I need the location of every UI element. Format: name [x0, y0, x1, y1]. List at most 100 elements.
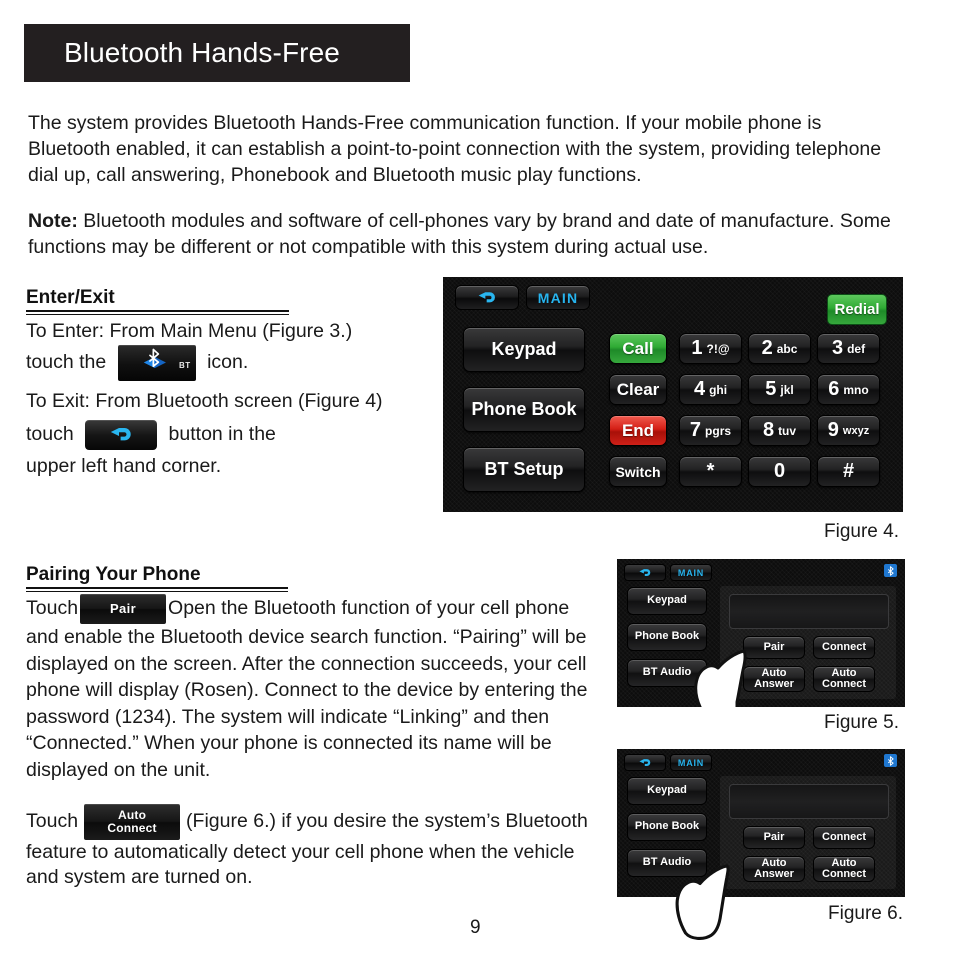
enter-icon-suffix: icon.	[207, 351, 249, 374]
figure5-main-button[interactable]: MAIN	[670, 564, 712, 581]
key-letters: jkl	[780, 382, 794, 397]
figure6-auto-answer-button[interactable]: Auto Answer	[743, 856, 805, 882]
figure5-phonebook-button[interactable]: Phone Book	[627, 623, 707, 651]
key-letters: ?!@	[706, 341, 730, 356]
figure6-keypad-button[interactable]: Keypad	[627, 777, 707, 805]
key-letters: mno	[843, 382, 869, 397]
figure5-keypad-button[interactable]: Keypad	[627, 587, 707, 615]
figure4-main-label: MAIN	[537, 289, 579, 306]
figure4-key-3[interactable]: 3 def	[817, 333, 880, 364]
figure4-clear-button[interactable]: Clear	[609, 374, 667, 405]
figure4-key-6[interactable]: 6 mno	[817, 374, 880, 405]
exit-line-3: upper left hand corner.	[26, 455, 222, 477]
enter-line-1: To Enter: From Main Menu (Figure 3.)	[26, 320, 353, 342]
figure4-key-2[interactable]: 2 abc	[748, 333, 811, 364]
figure5-auto-answer-button[interactable]: Auto Answer	[743, 666, 805, 692]
figure5-device-screen: MAIN Keypad Phone Book BT Audio Pair Con…	[617, 559, 905, 707]
key-number: 5	[765, 378, 777, 400]
figure6-connect-button[interactable]: Connect	[813, 826, 875, 849]
figure6-main-label: MAIN	[677, 757, 705, 768]
bluetooth-icon	[143, 348, 166, 368]
figure4-keypad-button[interactable]: Keypad	[463, 327, 585, 372]
figure6-side-label: BT Audio	[642, 856, 692, 869]
figure4-action-label: End	[621, 420, 655, 440]
figure4-switch-button[interactable]: Switch	[609, 456, 667, 487]
figure4-key-7[interactable]: 7 pgrs	[679, 415, 742, 446]
figure5-btaudio-button[interactable]: BT Audio	[627, 659, 707, 687]
figure5-pair-button[interactable]: Pair	[743, 636, 805, 659]
figure4-caption: Figure 4.	[824, 521, 899, 542]
key-letters: ghi	[709, 382, 728, 397]
pairing-body-text: Open the Bluetooth function of your cell…	[26, 597, 588, 781]
figure6-status-display	[729, 784, 889, 819]
figure4-btsetup-button[interactable]: BT Setup	[463, 447, 585, 492]
figure6-side-label: Keypad	[647, 784, 687, 797]
figure6-btaudio-button[interactable]: BT Audio	[627, 849, 707, 877]
figure4-redial-button[interactable]: Redial	[827, 294, 887, 325]
exit-line-1: To Exit: From Bluetooth screen (Figure 4…	[26, 390, 383, 412]
back-arrow-icon	[639, 758, 651, 766]
figure6-side-label: Phone Book	[634, 820, 700, 833]
key-letters: def	[847, 341, 866, 356]
exit-instructions: To Exit: From Bluetooth screen (Figure 4…	[26, 388, 436, 480]
auto-connect-button-inline[interactable]: Auto Connect	[84, 804, 181, 840]
heading-pairing: Pairing Your Phone	[26, 564, 288, 592]
figure4-key-8[interactable]: 8 tuv	[748, 415, 811, 446]
figure5-auto-connect-line2: Connect	[822, 678, 866, 690]
page-number: 9	[470, 917, 481, 938]
figure6-auto-connect-button[interactable]: Auto Connect	[813, 856, 875, 882]
figure4-key-1[interactable]: 1 ?!@	[679, 333, 742, 364]
key-number: 6	[828, 378, 840, 400]
figure5-pair-label: Pair	[763, 640, 785, 653]
pair-button-inline[interactable]: Pair	[80, 594, 167, 624]
figure4-main-button[interactable]: MAIN	[526, 285, 590, 310]
figure4-key-0[interactable]: 0	[748, 456, 811, 487]
key-number: 8	[762, 419, 775, 441]
figure6-auto-connect-line2: Connect	[822, 868, 866, 880]
figure4-key-hash[interactable]: #	[817, 456, 880, 487]
heading-enter-exit: Enter/Exit	[26, 287, 289, 315]
figure4-key-9[interactable]: 9 wxyz	[817, 415, 880, 446]
auto-connect-inline-line2: Connect	[107, 821, 157, 835]
figure6-caption: Figure 6.	[828, 903, 903, 924]
figure4-action-label: Switch	[615, 463, 661, 480]
key-letters: abc	[776, 341, 798, 356]
key-number: 4	[693, 378, 706, 400]
exit-touch-label: touch	[26, 423, 74, 445]
figure6-phonebook-button[interactable]: Phone Book	[627, 813, 707, 841]
back-button-inline[interactable]	[85, 419, 158, 450]
figure5-auto-connect-button[interactable]: Auto Connect	[813, 666, 875, 692]
auto-touch-label: Touch	[26, 810, 79, 833]
figure6-back-button[interactable]	[624, 754, 666, 771]
figure5-back-button[interactable]	[624, 564, 666, 581]
figure6-main-button[interactable]: MAIN	[670, 754, 712, 771]
figure4-key-5[interactable]: 5 jkl	[748, 374, 811, 405]
figure4-back-button[interactable]	[455, 285, 519, 310]
heading-pairing-label: Pairing Your Phone	[26, 564, 201, 585]
key-number: 9	[827, 419, 839, 441]
figure5-connect-label: Connect	[822, 640, 866, 653]
figure4-key-4[interactable]: 4 ghi	[679, 374, 742, 405]
figure5-side-label: Phone Book	[634, 630, 700, 643]
pairing-paragraph: Touch Pair Open the Bluetooth function of …	[26, 594, 606, 783]
figure5-connect-button[interactable]: Connect	[813, 636, 875, 659]
figure4-side-label: BT Setup	[484, 459, 564, 479]
key-number: 7	[689, 419, 702, 441]
figure6-bluetooth-status-icon	[884, 754, 897, 767]
exit-icon-suffix: button in the	[168, 423, 276, 445]
figure6-pair-label: Pair	[763, 830, 785, 843]
figure4-key-star[interactable]: *	[679, 456, 742, 487]
auto-connect-paragraph: Touch Auto Connect (Figure 6.) if you desir…	[26, 804, 606, 890]
bt-icon-label: BT	[178, 361, 191, 370]
figure4-action-label: Clear	[616, 379, 660, 399]
bluetooth-source-icon[interactable]: BT	[117, 345, 196, 381]
key-number: 2	[761, 337, 773, 359]
page-title-bar: Bluetooth Hands-Free	[24, 24, 410, 82]
figure6-pair-button[interactable]: Pair	[743, 826, 805, 849]
figure4-call-button[interactable]: Call	[609, 333, 667, 364]
figure4-action-label: Call	[622, 338, 654, 358]
figure4-end-button[interactable]: End	[609, 415, 667, 446]
figure4-phonebook-button[interactable]: Phone Book	[463, 387, 585, 432]
note-text: Bluetooth modules and software of cell-p…	[28, 210, 891, 258]
manual-page: Bluetooth Hands-Free The system provides…	[0, 0, 954, 954]
